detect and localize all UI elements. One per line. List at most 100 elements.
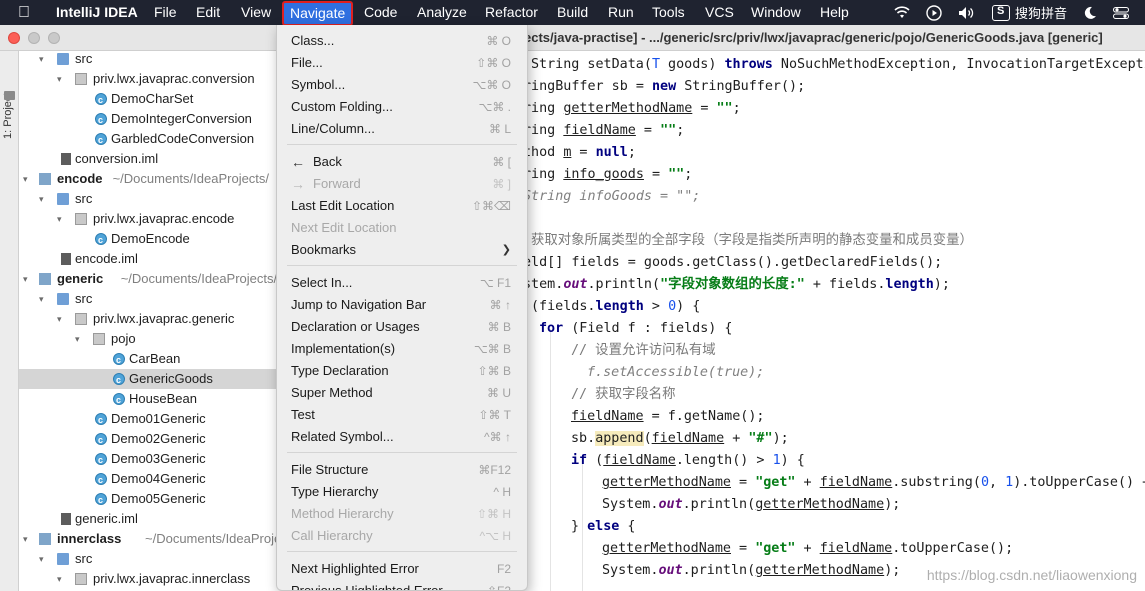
project-tool-window-tab[interactable]: 1: Project [2,79,14,139]
tree-item-priv-lwx-javaprac-conversion[interactable]: ▾ priv.lwx.javaprac.conversion [19,69,277,89]
menu-item-implementation-s[interactable]: Implementation(s) ⌥⌘ B [277,338,527,360]
menu-item-super-method[interactable]: Super Method ⌘ U [277,382,527,404]
code-line[interactable]: ring info_goods = ""; [523,164,692,186]
code-line[interactable]: } else { [571,516,636,538]
tree-item-housebean[interactable]: HouseBean [19,389,277,410]
tree-item-priv-lwx-javaprac-innerclass[interactable]: ▾ priv.lwx.javaprac.innerclass [19,569,277,589]
expand-arrow-icon[interactable]: ▾ [23,269,28,289]
code-line[interactable]: fieldName = f.getName(); [571,406,765,428]
code-line[interactable]: sb.append(fieldName + "#"); [571,428,789,450]
menu-item-bookmarks[interactable]: Bookmarks ❯ [277,239,527,261]
expand-arrow-icon[interactable]: ▾ [39,189,44,209]
menu-tools[interactable]: Tools [652,0,685,25]
menu-item-line-column[interactable]: Line/Column... ⌘ L [277,118,527,140]
code-line[interactable]: ring getterMethodName = ""; [523,98,741,120]
code-line[interactable]: if (fieldName.length() > 1) { [571,450,805,472]
apple-icon[interactable]:  [18,0,30,25]
tree-item-demointegerconversion[interactable]: DemoIntegerConversion [19,109,277,130]
code-line[interactable]: stem.out.println("字段对象数组的长度:" + fields.l… [523,274,950,296]
tree-item-pojo[interactable]: ▾ pojo [19,329,277,349]
minimize-window-icon[interactable] [28,32,40,44]
code-line[interactable]: String setData(T goods) throws NoSuchMet… [531,54,1145,76]
menu-item-select-in[interactable]: Select In... ⌥ F1 [277,272,527,294]
menu-refactor[interactable]: Refactor [485,0,538,25]
tree-item-encode[interactable]: ▾ encode ~/Documents/IdeaProjects/ [19,169,277,189]
menu-item-file-structure[interactable]: File Structure ⌘F12 [277,459,527,481]
tree-item-democharset[interactable]: DemoCharSet [19,89,277,110]
tree-item-demoencode[interactable]: DemoEncode [19,229,277,250]
tree-item-src[interactable]: ▾ src [19,289,277,309]
tree-item-src[interactable]: ▾ src [19,549,277,569]
code-line[interactable]: f.setAccessible(true); [587,362,764,384]
code-line[interactable]: getterMethodName = "get" + fieldName.toU… [602,538,1013,560]
expand-arrow-icon[interactable]: ▾ [57,69,62,89]
tree-item-demo02generic[interactable]: Demo02Generic [19,429,277,450]
dark-mode-moon-icon[interactable] [1083,6,1097,20]
control-center-icon[interactable] [1113,6,1129,19]
tree-item-demo04generic[interactable]: Demo04Generic [19,469,277,490]
code-line[interactable]: ring fieldName = ""; [523,120,684,142]
menu-item-back[interactable]: ← Back ⌘ [ [277,151,527,173]
tree-item-innerclass[interactable]: ▾ innerclass ~/Documents/IdeaProje [19,529,277,549]
code-line[interactable]: thod m = null; [523,142,636,164]
menu-file[interactable]: File [154,0,177,25]
tree-item-generic-iml[interactable]: generic.iml [19,509,277,529]
menu-item-symbol[interactable]: Symbol... ⌥⌘ O [277,74,527,96]
zoom-window-icon[interactable] [48,32,60,44]
tree-item-carbean[interactable]: CarBean [19,349,277,370]
menu-run[interactable]: Run [608,0,634,25]
menu-item-next-highlighted-error[interactable]: Next Highlighted Error F2 [277,558,527,580]
menu-navigate[interactable]: Navigate [282,1,354,26]
tree-item-genericgoods[interactable]: GenericGoods [19,369,277,390]
expand-arrow-icon[interactable]: ▾ [57,309,62,329]
expand-arrow-icon[interactable]: ▾ [75,329,80,349]
menu-item-type-hierarchy[interactable]: Type Hierarchy ^ H [277,481,527,503]
menu-vcs[interactable]: VCS [705,0,734,25]
tree-item-conversion-iml[interactable]: conversion.iml [19,149,277,169]
menu-app-name[interactable]: IntelliJ IDEA [56,0,138,25]
tree-item-generic[interactable]: ▾ generic ~/Documents/IdeaProjects/ [19,269,277,289]
code-line[interactable]: for (Field f : fields) { [539,318,733,340]
menu-item-class[interactable]: Class... ⌘ O [277,30,527,52]
expand-arrow-icon[interactable]: ▾ [57,569,62,589]
menu-item-file[interactable]: File... ⇧⌘ O [277,52,527,74]
input-method-indicator[interactable]: 搜狗拼音 [991,3,1067,22]
tree-item-src[interactable]: ▾ src [19,51,277,69]
media-play-icon[interactable] [926,4,942,21]
project-tree[interactable]: ▾ src ▾ priv.lwx.javaprac.conversion DemoCha… [19,51,277,591]
expand-arrow-icon[interactable]: ▾ [23,169,28,189]
tree-item-demo01generic[interactable]: Demo01Generic [19,409,277,430]
volume-icon[interactable] [958,6,976,20]
code-line[interactable]: ringBuffer sb = new StringBuffer(); [523,76,805,98]
menu-item-related-symbol[interactable]: Related Symbol... ^⌘ ↑ [277,426,527,448]
code-line[interactable]: getterMethodName = "get" + fieldName.sub… [602,472,1145,494]
menu-build[interactable]: Build [557,0,588,25]
code-line[interactable]: // 获取字段名称 [571,384,676,406]
menu-edit[interactable]: Edit [196,0,220,25]
menu-view[interactable]: View [241,0,271,25]
code-line[interactable]: (fields.length > 0) { [531,296,700,318]
code-line[interactable]: System.out.println(getterMethodName); [602,560,900,582]
code-line[interactable]: // 设置允许访问私有域 [571,340,716,362]
expand-arrow-icon[interactable]: ▾ [23,529,28,549]
menu-item-declaration-or-usages[interactable]: Declaration or Usages ⌘ B [277,316,527,338]
expand-arrow-icon[interactable]: ▾ [39,51,44,69]
code-line[interactable]: System.out.println(getterMethodName); [602,494,900,516]
expand-arrow-icon[interactable]: ▾ [39,289,44,309]
menu-item-jump-to-navigation-bar[interactable]: Jump to Navigation Bar ⌘ ↑ [277,294,527,316]
code-line[interactable]: String infoGoods = ""; [523,186,700,208]
tree-item-priv-lwx-javaprac-generic[interactable]: ▾ priv.lwx.javaprac.generic [19,309,277,329]
tree-item-garbledcodeconversion[interactable]: GarbledCodeConversion [19,129,277,150]
menu-item-last-edit-location[interactable]: Last Edit Location ⇧⌘⌫ [277,195,527,217]
menu-window[interactable]: Window [751,0,801,25]
tree-item-src[interactable]: ▾ src [19,189,277,209]
close-window-icon[interactable] [8,32,20,44]
code-line[interactable]: 获取对象所属类型的全部字段（字段是指类所声明的静态变量和成员变量） [531,230,973,252]
expand-arrow-icon[interactable]: ▾ [39,549,44,569]
tree-item-demo05generic[interactable]: Demo05Generic [19,489,277,510]
menu-item-previous-highlighted-error[interactable]: Previous Highlighted Error ⇧F2 [277,580,527,590]
expand-arrow-icon[interactable]: ▾ [57,209,62,229]
wifi-icon[interactable] [894,6,910,19]
menu-analyze[interactable]: Analyze [417,0,467,25]
menu-help[interactable]: Help [820,0,849,25]
